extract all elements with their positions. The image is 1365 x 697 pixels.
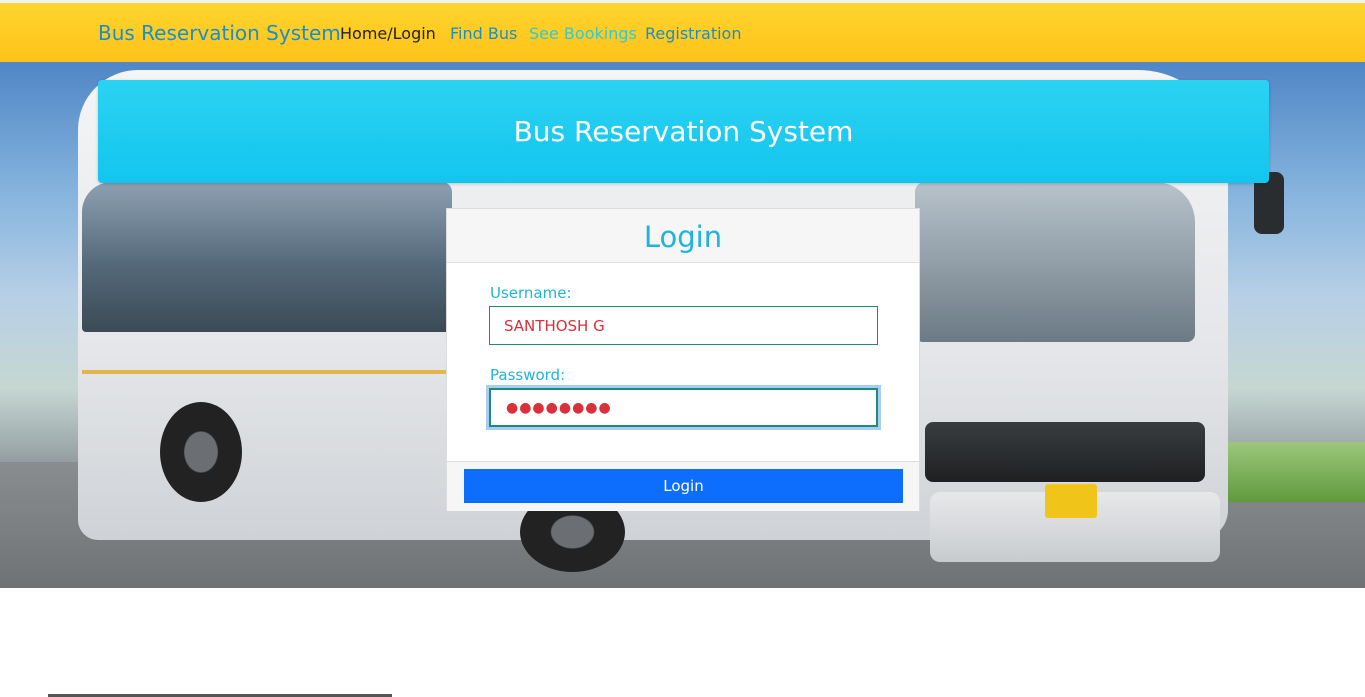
login-title: Login (643, 220, 723, 254)
login-button[interactable]: Login (464, 469, 903, 503)
login-card: Login Username: Password: ●●●●●●●● Login (446, 208, 920, 511)
bus-side-windows (82, 182, 452, 332)
login-card-header: Login (447, 209, 919, 263)
navbar: Bus Reservation System Home/Login Find B… (0, 0, 1365, 62)
login-card-footer: Login (447, 461, 919, 511)
password-input[interactable]: ●●●●●●●● (489, 388, 878, 427)
nav-see-bookings[interactable]: See Bookings (529, 24, 637, 43)
banner-title: Bus Reservation System (513, 115, 854, 148)
bus-rear-wheel (160, 402, 242, 502)
bus-windshield (915, 182, 1195, 342)
username-input[interactable] (489, 306, 878, 345)
password-masked-value: ●●●●●●●● (506, 400, 612, 416)
nav-find-bus[interactable]: Find Bus (450, 24, 517, 43)
brand-link[interactable]: Bus Reservation System (98, 21, 341, 45)
bus-stripe (82, 370, 452, 374)
password-label: Password: (490, 366, 566, 384)
header-banner: Bus Reservation System (98, 80, 1269, 183)
license-plate (1045, 484, 1097, 518)
nav-registration[interactable]: Registration (645, 24, 741, 43)
username-label: Username: (490, 284, 572, 302)
bus-grille (925, 422, 1205, 482)
nav-home-login[interactable]: Home/Login (340, 24, 436, 43)
